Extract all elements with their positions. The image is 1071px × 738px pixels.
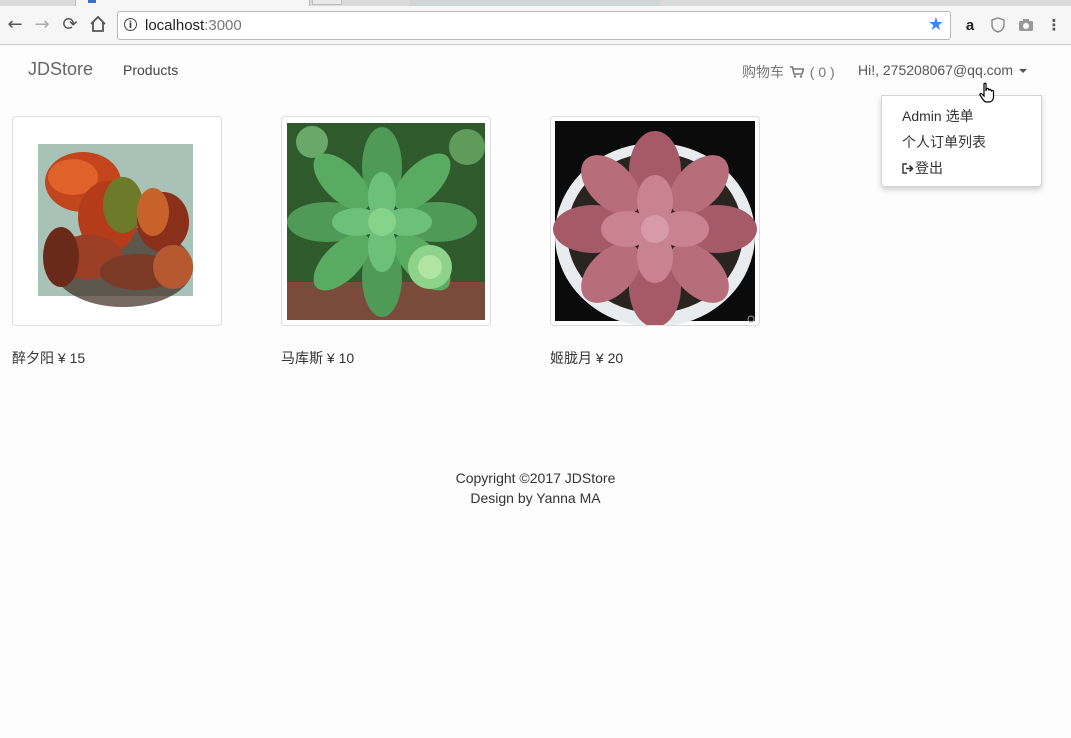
menu-item-logout[interactable]: 登出 <box>902 158 943 178</box>
hand-cursor-icon <box>979 82 995 103</box>
bookmark-star-icon[interactable]: ★ <box>928 14 944 35</box>
shield-icon[interactable] <box>989 16 1007 34</box>
succulent-red-image <box>38 144 193 307</box>
product-image[interactable] <box>550 116 760 326</box>
amazon-icon[interactable]: a <box>961 16 979 34</box>
cart-label: 购物车 <box>742 64 784 80</box>
info-icon[interactable]: i <box>124 18 137 31</box>
menu-item-orders[interactable]: 个人订单列表 <box>902 132 986 152</box>
product-image[interactable] <box>281 116 491 326</box>
logout-label: 登出 <box>915 160 943 176</box>
product-price: ¥ 10 <box>326 350 355 366</box>
brand-logo[interactable]: JDStore <box>28 59 93 80</box>
forward-icon[interactable]: → <box>32 14 52 35</box>
menu-icon[interactable]: ⋮ <box>1045 16 1063 34</box>
menu-item-admin[interactable]: Admin 选单 <box>902 106 974 126</box>
product-title[interactable]: 马库斯 ¥ 10 <box>281 348 354 368</box>
new-tab-button[interactable] <box>312 0 342 5</box>
product-name: 姬胧月 <box>550 350 592 366</box>
product-price: ¥ 20 <box>595 350 624 366</box>
product-name: 醉夕阳 <box>12 350 54 366</box>
site-navbar: JDStore Products 购物车 ( 0 ) Hi!, 27520806… <box>0 45 1071 95</box>
browser-toolbar: ← → ⟳ i localhost:3000 ★ a ⋮ <box>0 6 1071 45</box>
user-dropdown-toggle[interactable]: Hi!, 275208067@qq.com <box>858 62 1028 78</box>
product-title[interactable]: 姬胧月 ¥ 20 <box>550 348 623 368</box>
address-bar[interactable]: i localhost:3000 ★ <box>117 11 951 40</box>
cart-count: ( 0 ) <box>809 64 835 80</box>
caret-down-icon <box>1019 69 1028 74</box>
products-link[interactable]: Products <box>123 62 178 78</box>
url-host: localhost <box>145 17 205 34</box>
back-icon[interactable]: ← <box>5 14 25 35</box>
url-port: :3000 <box>204 17 242 34</box>
product-image[interactable] <box>12 116 222 326</box>
footer-design-credit: Design by Yanna MA <box>470 490 601 506</box>
product-price: ¥ 15 <box>57 350 86 366</box>
page-footer: Copyright ©2017 JDStore Design by Yanna … <box>0 468 1071 508</box>
cart-link[interactable]: 购物车 ( 0 ) <box>742 62 835 82</box>
product-title[interactable]: 醉夕阳 ¥ 15 <box>12 348 85 368</box>
reload-icon[interactable]: ⟳ <box>60 14 80 35</box>
user-greeting: Hi!, 275208067@qq.com <box>858 62 1014 78</box>
address-url[interactable]: localhost:3000 <box>145 17 242 34</box>
cart-icon <box>789 66 805 78</box>
succulent-green-image <box>287 123 485 320</box>
tab-favicon-icon <box>88 0 96 3</box>
footer-copyright: Copyright ©2017 JDStore <box>455 470 616 486</box>
camera-icon[interactable] <box>1017 16 1035 34</box>
home-icon[interactable] <box>88 14 108 34</box>
user-dropdown-menu: Admin 选单 个人订单列表 登出 <box>881 95 1042 187</box>
succulent-pink-image <box>553 121 757 325</box>
sign-out-icon <box>902 163 914 174</box>
product-name: 马库斯 <box>281 350 323 366</box>
